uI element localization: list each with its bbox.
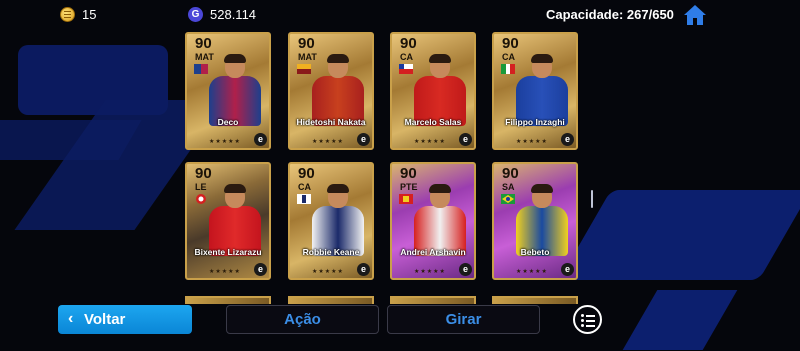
efootball-badge-icon: e	[561, 133, 574, 146]
card-rating: 90	[400, 165, 417, 182]
player-image	[410, 54, 470, 126]
player-card-partial[interactable]	[390, 296, 476, 304]
player-image	[512, 54, 572, 126]
player-card[interactable]: 90 LE Bixente Lizarazu ★★★★★ e	[185, 162, 271, 280]
action-button[interactable]: Ação	[226, 305, 379, 334]
card-rating: 90	[502, 165, 519, 182]
background-shape	[559, 190, 800, 280]
card-stars: ★★★★★	[312, 139, 344, 145]
card-rating: 90	[502, 35, 519, 52]
player-card[interactable]: 90 MAT Deco ★★★★★ e	[185, 32, 271, 150]
player-card[interactable]: 90 CA Marcelo Salas ★★★★★ e	[390, 32, 476, 150]
back-button-label: Voltar	[84, 311, 126, 328]
roma-crest-icon	[297, 64, 311, 74]
player-card-partial[interactable]	[288, 296, 374, 304]
rotate-button[interactable]: Girar	[387, 305, 540, 334]
efootball-badge-icon: e	[459, 133, 472, 146]
player-card[interactable]: 90 CA Robbie Keane ★★★★★ e	[288, 162, 374, 280]
card-position: SA	[502, 182, 515, 192]
efootball-badge-icon: e	[254, 133, 267, 146]
card-rating: 90	[195, 165, 212, 182]
scrollbar[interactable]	[591, 190, 593, 208]
card-player-name: Robbie Keane	[302, 247, 360, 257]
player-image	[205, 54, 265, 126]
player-image	[308, 54, 368, 126]
top-bar: 15 G 528.114 Capacidade: 267/650	[0, 0, 800, 30]
card-player-name: Deco	[217, 117, 239, 127]
card-stars: ★★★★★	[312, 269, 344, 275]
background-shape	[622, 290, 738, 350]
card-rating: 90	[298, 165, 315, 182]
card-rating: 90	[400, 35, 417, 52]
brazil-icon	[501, 194, 515, 204]
card-position: PTE	[400, 182, 418, 192]
efootball-badge-icon: e	[459, 263, 472, 276]
card-rating: 90	[195, 35, 212, 52]
card-position: LE	[195, 182, 207, 192]
card-stars: ★★★★★	[209, 139, 241, 145]
efootball-badge-icon: e	[357, 263, 370, 276]
player-image	[308, 184, 368, 256]
player-card[interactable]: 90 CA Filippo Inzaghi ★★★★★ e	[492, 32, 578, 150]
gp-icon: G	[188, 7, 203, 22]
card-position: CA	[400, 52, 413, 62]
efootball-badge-icon: e	[357, 133, 370, 146]
card-player-name: Bixente Lizarazu	[194, 247, 262, 257]
player-card[interactable]: 90 SA Bebeto ★★★★★ e	[492, 162, 578, 280]
card-player-name: Bebeto	[520, 247, 550, 257]
player-image	[512, 184, 572, 256]
chile-icon	[399, 64, 413, 74]
coin-icon	[60, 7, 75, 22]
barcelona-crest-icon	[194, 64, 208, 74]
player-card[interactable]: 90 MAT Hidetoshi Nakata ★★★★★ e	[288, 32, 374, 150]
home-icon[interactable]	[683, 4, 707, 26]
bayern-crest-icon	[196, 194, 206, 204]
player-image	[205, 184, 265, 256]
capacity-label: Capacidade: 267/650	[546, 7, 674, 22]
card-position: CA	[298, 182, 311, 192]
player-card-partial[interactable]	[492, 296, 578, 304]
card-stars: ★★★★★	[414, 139, 446, 145]
coin-balance: 15	[82, 7, 97, 22]
card-rating: 90	[298, 35, 315, 52]
back-button[interactable]: ‹ Voltar	[58, 305, 192, 334]
player-card[interactable]: 90 PTE Andrei Arshavin ★★★★★ e	[390, 162, 476, 280]
arsenal-crest-icon	[399, 194, 413, 204]
card-player-name: Hidetoshi Nakata	[296, 117, 366, 127]
card-stars: ★★★★★	[209, 269, 241, 275]
tottenham-crest-icon	[297, 194, 311, 204]
card-stars: ★★★★★	[516, 139, 548, 145]
card-player-name: Marcelo Salas	[404, 117, 462, 127]
gp-balance: 528.114	[210, 7, 257, 22]
card-player-name: Filippo Inzaghi	[505, 117, 565, 127]
card-player-name: Andrei Arshavin	[400, 247, 466, 257]
chevron-left-icon: ‹	[68, 310, 74, 327]
player-card-partial[interactable]	[185, 296, 271, 304]
card-stars: ★★★★★	[516, 269, 548, 275]
card-position: MAT	[195, 52, 214, 62]
card-position: CA	[502, 52, 515, 62]
italy-icon	[501, 64, 515, 74]
efootball-badge-icon: e	[561, 263, 574, 276]
card-position: MAT	[298, 52, 317, 62]
player-image	[410, 184, 470, 256]
efootball-badge-icon: e	[254, 263, 267, 276]
card-stars: ★★★★★	[414, 269, 446, 275]
list-menu-icon[interactable]	[573, 305, 602, 334]
